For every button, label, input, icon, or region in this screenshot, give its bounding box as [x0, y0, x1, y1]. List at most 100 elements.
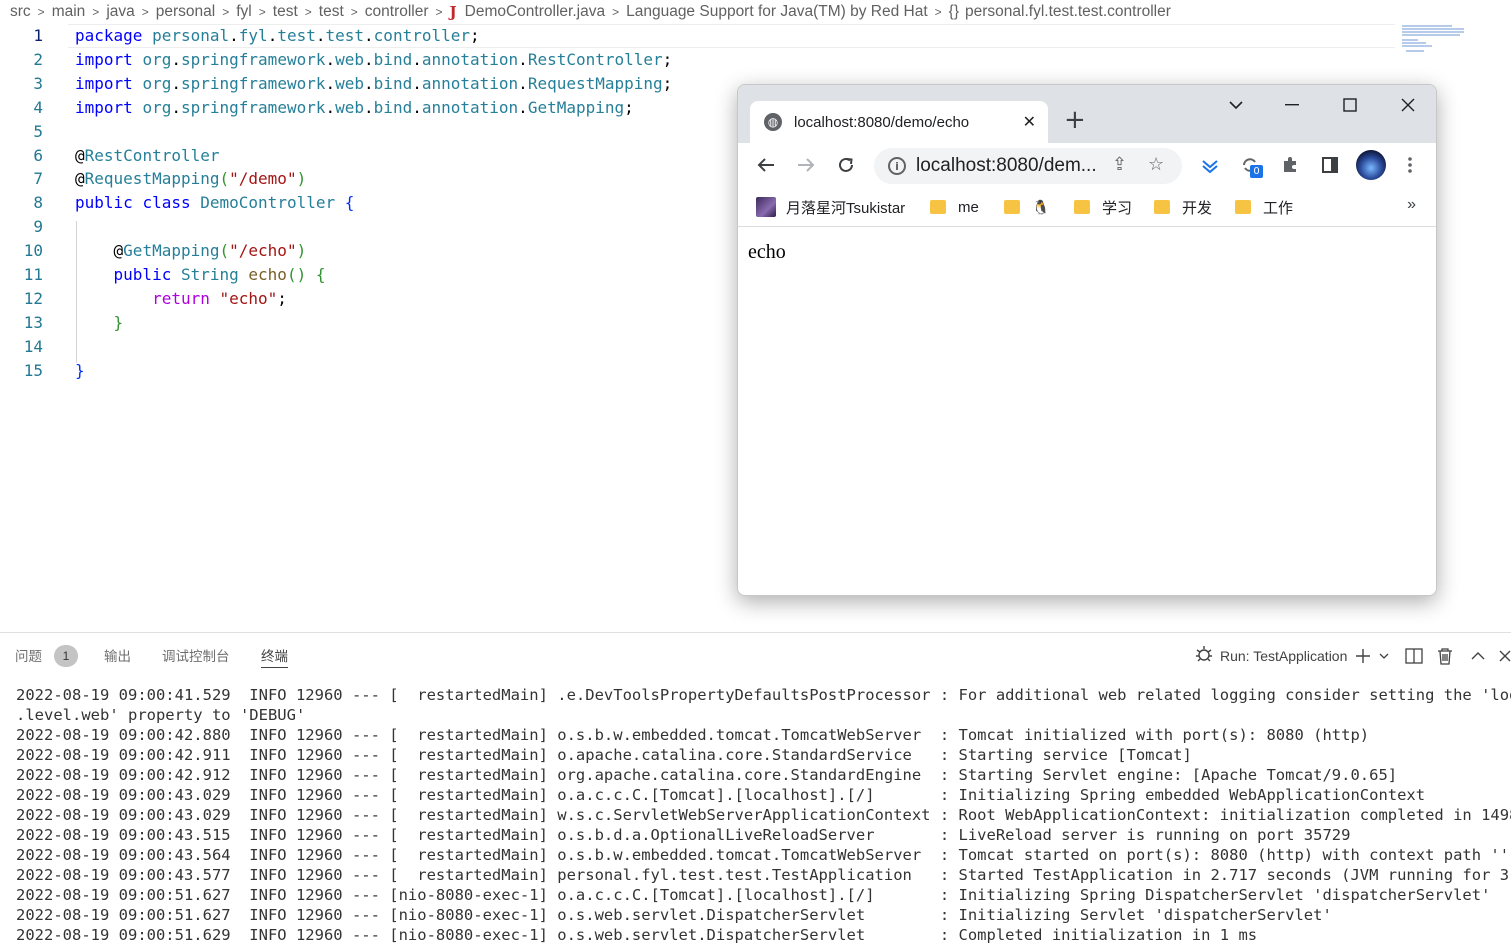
code-token: test: [277, 26, 316, 45]
back-icon[interactable]: [752, 151, 780, 179]
breadcrumb-language[interactable]: Language Support for Java(TM) by Red Hat: [626, 3, 928, 21]
code-token: RequestMapping: [84, 169, 220, 189]
tab-debug-console[interactable]: 调试控制台: [162, 648, 230, 668]
code-token: .: [412, 97, 422, 117]
code-line[interactable]: 6 @RestController: [0, 144, 219, 168]
tab-search-chevron-icon[interactable]: [1216, 91, 1256, 119]
forward-icon[interactable]: [792, 151, 820, 179]
split-terminal-icon[interactable]: [1405, 644, 1423, 668]
minimap-line: [1402, 25, 1452, 27]
page-text: echo: [748, 241, 786, 263]
terminal-dropdown-chevron-icon[interactable]: [1379, 644, 1389, 668]
tab-close-icon[interactable]: ✕: [1023, 112, 1036, 132]
bookmark-label: 开发: [1182, 199, 1213, 217]
browser-tab[interactable]: ◍ localhost:8080/demo/echo ✕: [750, 101, 1048, 143]
maximize-icon[interactable]: [1330, 91, 1370, 119]
breadcrumb-item[interactable]: test: [273, 3, 298, 20]
breadcrumb-item[interactable]: test: [319, 3, 344, 20]
bookmarks-more-icon[interactable]: »: [1407, 196, 1416, 214]
minimize-icon[interactable]: [1272, 91, 1312, 119]
reload-icon[interactable]: [832, 151, 860, 179]
code-line[interactable]: 8 public class DemoController {: [0, 191, 354, 215]
bookmark-star-icon[interactable]: ☆: [1148, 154, 1164, 175]
breadcrumb-item[interactable]: java: [106, 3, 134, 20]
code-token: import: [75, 97, 133, 117]
code-line[interactable]: 1 package personal.fyl.test.test.controll…: [0, 24, 479, 48]
terminal-output[interactable]: 2022-08-19 09:00:41.529 INFO 12960 --- […: [16, 685, 1511, 945]
code-line[interactable]: 2 import org.springframework.web.bind.ann…: [0, 48, 672, 72]
close-window-icon[interactable]: [1388, 91, 1428, 119]
bookmark-folder-work[interactable]: 工作: [1235, 197, 1293, 217]
code-line[interactable]: 3 import org.springframework.web.bind.ann…: [0, 72, 672, 96]
puzzle-extensions-icon[interactable]: [1276, 151, 1304, 179]
tab-problems[interactable]: 问题: [15, 648, 42, 668]
tab-terminal[interactable]: 终端: [261, 648, 288, 668]
code-token: web: [335, 97, 365, 117]
terminal-line: .level.web' property to 'DEBUG': [16, 706, 306, 724]
address-bar[interactable]: i ⇪ ☆: [874, 148, 1182, 184]
code-line[interactable]: 4 import org.springframework.web.bind.ann…: [0, 96, 633, 120]
line-number: 4: [33, 97, 43, 117]
browser-page-content: echo: [738, 227, 1436, 595]
code-token: .: [325, 73, 336, 93]
code-line[interactable]: 11 public String echo() {: [0, 263, 326, 287]
code-line[interactable]: 15}: [0, 359, 85, 383]
line-number: 11: [23, 265, 43, 284]
terminal-line: 2022-08-19 09:00:43.029 INFO 12960 --- […: [16, 786, 1426, 804]
code-line[interactable]: 12 return "echo";: [0, 287, 287, 311]
code-line[interactable]: 14: [0, 335, 75, 359]
code-token: springframework: [180, 73, 326, 93]
folder-icon: [930, 200, 946, 214]
run-terminal-selector[interactable]: Run: TestApplication: [1194, 644, 1347, 668]
tab-output[interactable]: 输出: [104, 648, 131, 668]
extension-download-icon[interactable]: [1196, 151, 1224, 179]
code-token: "echo": [219, 288, 278, 308]
new-tab-button[interactable]: +: [1064, 107, 1086, 133]
chevron-right-icon: >: [435, 5, 443, 19]
bookmark-folder-study[interactable]: 学习: [1074, 197, 1132, 217]
address-input[interactable]: [916, 155, 1106, 177]
code-token: @: [75, 145, 85, 165]
bookmark-folder-qq[interactable]: 🐧: [1004, 197, 1049, 217]
code-line[interactable]: 7 @RequestMapping("/demo"): [0, 167, 306, 191]
breadcrumb-file[interactable]: DemoController.java: [465, 3, 605, 21]
menu-kebab-icon[interactable]: [1396, 151, 1424, 179]
sync-extension-icon[interactable]: 0: [1236, 151, 1264, 179]
code-line[interactable]: 10 @GetMapping("/echo"): [0, 239, 306, 263]
breadcrumb-namespace[interactable]: personal.fyl.test.test.controller: [965, 3, 1171, 21]
breadcrumb-item[interactable]: src: [10, 3, 31, 20]
breadcrumb-item[interactable]: fyl: [236, 3, 252, 20]
share-icon[interactable]: ⇪: [1112, 154, 1127, 175]
breadcrumb-item[interactable]: personal: [156, 3, 215, 20]
code-token: package: [75, 26, 143, 45]
maximize-panel-chevron-up-icon[interactable]: [1471, 644, 1485, 668]
code-token: RequestMapping: [527, 73, 663, 93]
code-line[interactable]: 5: [0, 120, 75, 144]
profile-avatar[interactable]: [1356, 150, 1386, 180]
bookmark-folder-me[interactable]: me: [930, 197, 979, 217]
code-token: @: [75, 241, 124, 261]
side-panel-icon[interactable]: [1316, 151, 1344, 179]
bookmark-tsukistar[interactable]: 月落星河Tsukistar: [756, 197, 905, 217]
line-number: 6: [33, 145, 43, 165]
bookmark-folder-dev[interactable]: 开发: [1154, 197, 1212, 217]
problems-count-badge: 1: [54, 645, 78, 667]
code-token: ): [296, 169, 307, 189]
site-info-icon[interactable]: i: [888, 157, 906, 175]
code-line[interactable]: 9: [0, 215, 75, 239]
code-token: }: [75, 360, 85, 380]
trash-icon[interactable]: [1437, 644, 1453, 668]
code-token: org: [142, 97, 172, 117]
chevron-right-icon: >: [92, 5, 100, 19]
minimap[interactable]: [1400, 24, 1470, 54]
line-number: 7: [33, 169, 43, 189]
folder-icon: [1154, 200, 1170, 214]
code-token: .: [364, 26, 374, 45]
code-line[interactable]: 13 }: [0, 311, 123, 335]
line-number: 14: [23, 336, 43, 356]
close-panel-icon[interactable]: [1499, 644, 1511, 668]
new-terminal-icon[interactable]: [1355, 644, 1371, 668]
breadcrumb-item[interactable]: controller: [365, 3, 429, 20]
breadcrumb-item[interactable]: main: [52, 3, 86, 20]
